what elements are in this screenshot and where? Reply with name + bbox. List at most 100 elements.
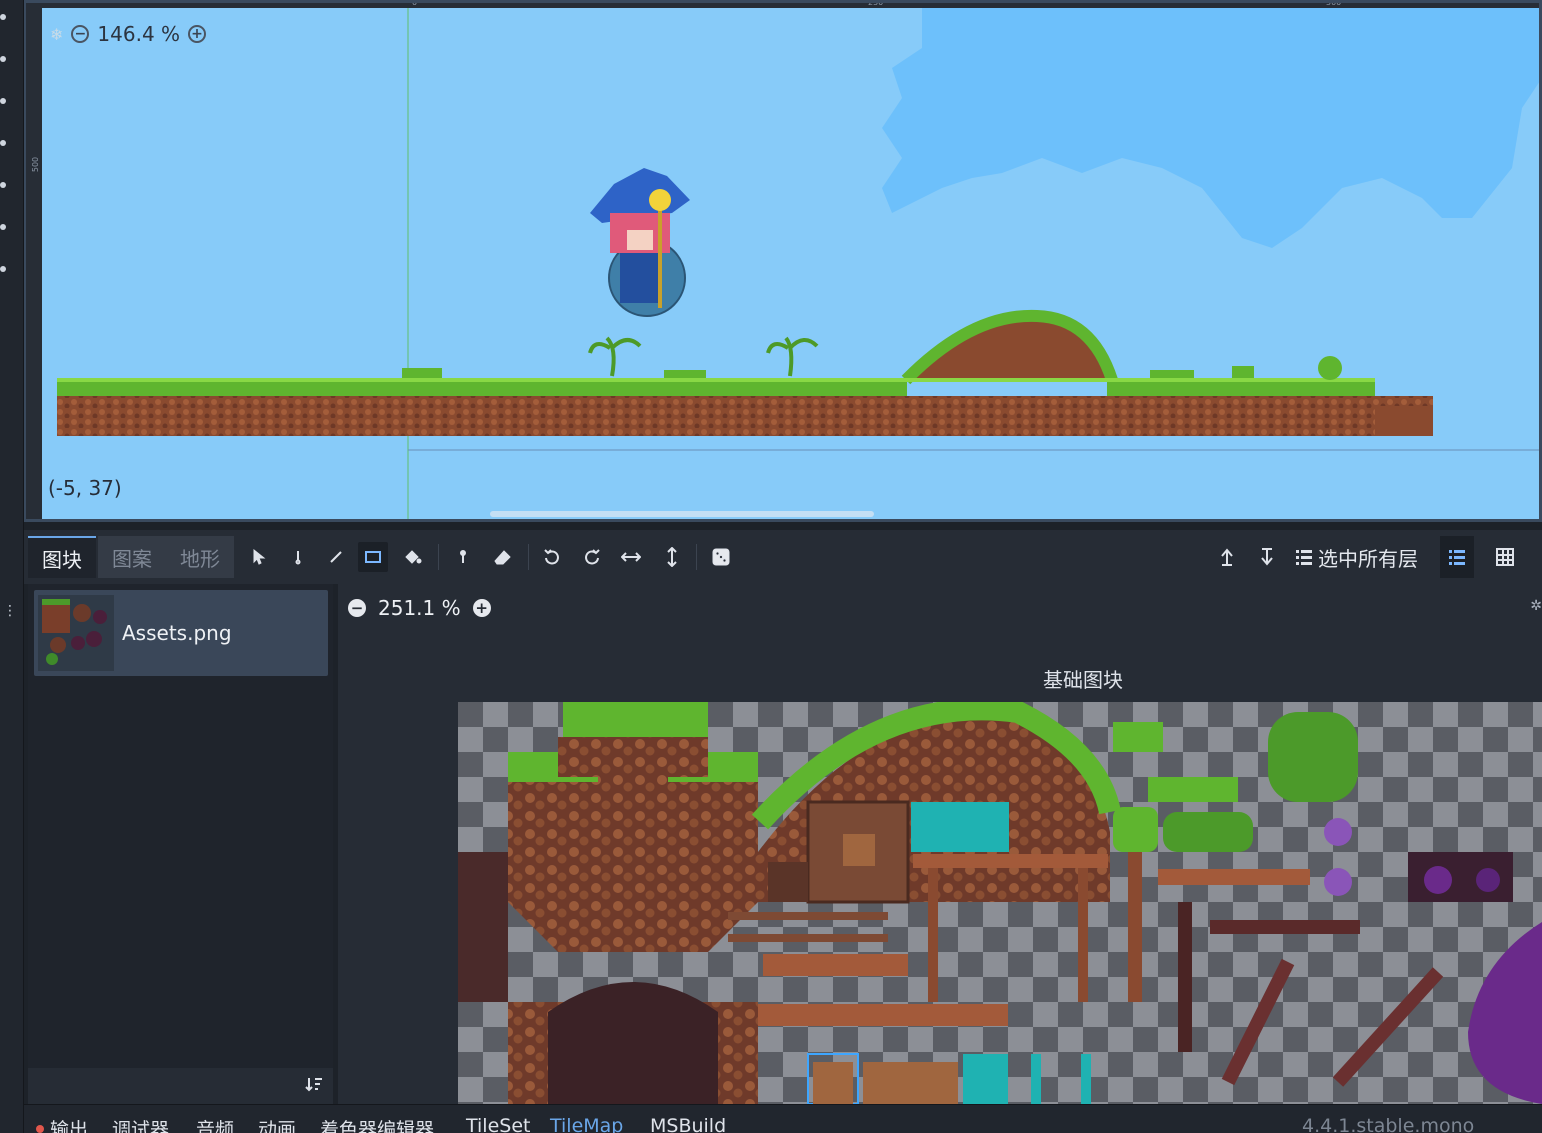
atlas-mushroom [1324,818,1352,846]
rotate-left-icon[interactable] [537,542,567,572]
player-character [590,168,690,317]
bottom-tab-output[interactable]: 输出 [50,1115,88,1133]
horizontal-scrollbar[interactable] [490,511,874,517]
toolbar-separator [438,544,439,570]
viewport-zoom-label[interactable]: 146.4 % [97,22,180,46]
random-icon[interactable] [706,542,736,572]
tile-source-name: Assets.png [122,621,232,645]
bottom-tab-debugger[interactable]: 调试器 [112,1115,169,1133]
move-layer-down-icon[interactable] [1252,542,1282,572]
bottom-tab-animation[interactable]: 动画 [258,1115,296,1133]
tileset-thumbnail-icon [38,595,114,671]
atlas-zoom-out-button[interactable]: − [348,599,366,617]
atlas-grass-tuft [1113,722,1163,752]
bottom-tab-msbuild[interactable]: MSBuild [650,1115,726,1133]
grid-icon[interactable] [1490,542,1520,572]
cursor-coordinates: (-5, 37) [48,476,122,500]
ground-dirt-texture [57,396,1433,436]
tile-source-list: Assets.png [28,584,333,1068]
error-indicator-icon [36,1125,44,1133]
select-all-layers-label: 选中所有层 [1318,546,1418,571]
flip-v-icon[interactable] [657,542,687,572]
ruler-horizontal: 0 250 500 [24,0,1542,8]
atlas-rail [728,912,888,920]
tile-source-item[interactable]: Assets.png [34,590,328,676]
rect-icon[interactable] [358,542,388,572]
engine-version: 4.4.1.stable.mono [1302,1115,1475,1133]
atlas-mushroom [1476,868,1500,892]
atlas-post [1078,868,1088,1002]
atlas-plank [1158,869,1310,885]
atlas-fence [863,1062,958,1104]
tab-patterns[interactable]: 图案 [98,536,166,578]
atlas-mushroom [1324,868,1352,896]
atlas-grass-top [563,702,708,737]
ground-step [1375,406,1433,436]
atlas-zoom-label[interactable]: 251.1 % [378,596,461,620]
viewport-zoom-controls: ❄ − 146.4 % + [50,22,207,46]
bottom-tab-tileset[interactable]: TileSet [466,1115,530,1133]
atlas-small-block [768,862,808,902]
atlas-title: 基础图块 [1043,668,1123,692]
zoom-out-button[interactable]: − [71,25,90,43]
scene-canvas[interactable] [42,8,1542,522]
dock-marker [0,224,6,230]
atlas-tall-post [1128,852,1142,1002]
atlas-cave-dark [548,982,718,1104]
atlas-rail [728,934,888,942]
bucket-icon[interactable] [398,542,428,572]
dock-marker [0,56,6,62]
flip-h-icon[interactable] [616,542,646,572]
atlas-waterfall [963,1054,1008,1104]
bottom-tab-shader-editor[interactable]: 着色器编辑器 [320,1115,434,1133]
atlas-dark-post [1178,902,1192,1052]
zoom-in-button[interactable]: + [188,25,207,43]
rotate-right-icon[interactable] [577,542,607,572]
eraser-icon[interactable] [488,542,518,572]
grass-highlight [57,378,1375,382]
atlas-water-drip [1031,1054,1041,1104]
layers-list-icon [1449,550,1465,565]
atlas-water-tile [911,802,1009,852]
atlas-dark-plank [1210,920,1360,934]
atlas-dark-dirt [458,852,508,1002]
dock-drag-handle-icon[interactable]: ⋮ [3,604,17,618]
dock-marker [0,140,6,146]
ruler-tick-label: 500 [31,156,41,173]
paint-icon[interactable] [283,542,313,572]
atlas-grass-strip [1148,777,1238,802]
bottom-panel-tabs: 输出 调试器 音频 动画 着色器编辑器 TileSet TileMap MSBu… [24,1104,1542,1133]
dock-marker [0,14,6,20]
scene-viewport[interactable]: 0 250 500 500 ❄ − 146.4 % + (-5, 37) [24,0,1542,522]
atlas-settings-icon[interactable]: ✲ [1530,598,1542,614]
tilemap-toolbar: 图块 图案 地形 选中所有层 [24,530,1542,584]
tab-terrains[interactable]: 地形 [166,536,234,578]
bottom-tab-tilemap[interactable]: TileMap [550,1115,623,1133]
atlas-mushroom [1424,866,1452,894]
tile-atlas-image[interactable] [458,702,1542,1104]
grass-tuft [402,356,1342,380]
tab-tiles[interactable]: 图块 [28,536,96,578]
ruler-tick-label: 250 [868,0,884,7]
bottom-tab-audio[interactable]: 音频 [196,1115,234,1133]
ruler-tick-label: 0 [412,0,418,7]
highlight-layer-toggle[interactable] [1440,536,1474,578]
move-layer-up-icon[interactable] [1212,542,1242,572]
picker-icon[interactable] [448,542,478,572]
atlas-fence [813,1062,853,1104]
list-icon [1296,550,1312,565]
tile-atlas-view[interactable]: − 251.1 % + ✲ 基础图块 [338,584,1542,1104]
snow-icon[interactable]: ❄ [50,25,63,44]
select-icon[interactable] [244,542,274,572]
atlas-water-drip [1081,1054,1091,1104]
atlas-crate-center [843,834,875,866]
dock-marker [0,182,6,188]
sort-icon[interactable] [305,1076,323,1096]
toolbar-separator [696,544,697,570]
line-icon[interactable] [321,542,351,572]
toolbar-separator [528,544,529,570]
atlas-zoom-in-button[interactable]: + [472,599,491,617]
atlas-plank [763,954,908,976]
select-all-layers-button[interactable]: 选中所有层 [1296,542,1418,572]
dock-marker [0,98,6,104]
